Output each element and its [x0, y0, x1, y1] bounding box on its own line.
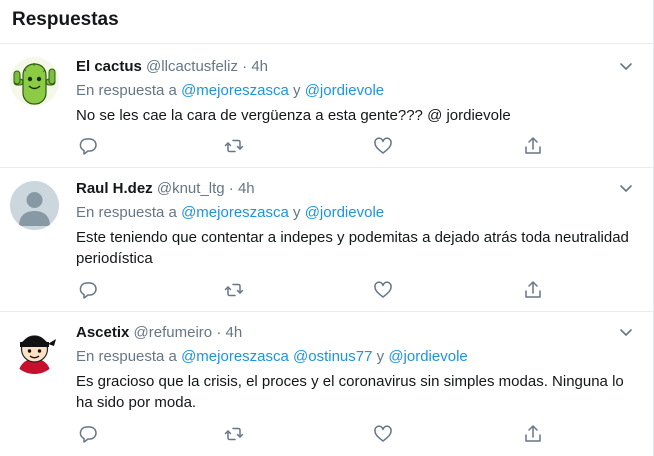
cactus-avatar-image [10, 57, 59, 106]
retweet-icon[interactable] [224, 424, 244, 444]
tweet-header: Ascetix @refumeiro · 4h [76, 323, 633, 343]
tweet-time[interactable]: 4h [225, 324, 242, 341]
share-icon[interactable] [523, 424, 543, 444]
mention-link[interactable]: @mejoreszasca [181, 204, 289, 221]
mention-link[interactable]: @jordievole [305, 204, 384, 221]
tweet-header: El cactus @llcactusfeliz · 4h [76, 57, 633, 77]
reply-tweet[interactable]: Ascetix @refumeiro · 4h En respuesta a @… [0, 312, 653, 456]
mention-joiner: y [376, 348, 385, 365]
mention-link[interactable]: @jordievole [388, 348, 467, 365]
chevron-down-icon[interactable] [617, 179, 635, 197]
default-profile-icon [10, 181, 59, 230]
replies-header: Respuestas [0, 0, 653, 44]
cartoon-avatar-image [10, 325, 59, 374]
reply-context: En respuesta a @mejoreszasca y @jordievo… [76, 203, 633, 223]
mention-link[interactable]: @jordievole [305, 82, 384, 99]
mention-joiner: y [293, 82, 301, 99]
tweet-actions [76, 280, 629, 300]
tweet-content: Raul H.dez @knut_ltg · 4h En respuesta a… [76, 179, 633, 269]
tweet-text: No se les cae la cara de vergüenza a est… [76, 107, 511, 124]
reply-icon[interactable] [78, 136, 98, 156]
reply-context: En respuesta a @mejoreszasca @ostinus77 … [76, 347, 633, 367]
mention-link[interactable]: @ostinus77 [293, 348, 372, 365]
tweet-actions [76, 424, 629, 444]
mention-joiner: y [293, 204, 301, 221]
tweet-content: El cactus @llcactusfeliz · 4h En respues… [76, 57, 633, 126]
mention-link[interactable]: @mejoreszasca [181, 82, 289, 99]
mention-link[interactable]: @mejoreszasca [181, 348, 289, 365]
chevron-down-icon[interactable] [617, 323, 635, 341]
share-icon[interactable] [523, 136, 543, 156]
author-handle[interactable]: @llcactusfeliz [146, 58, 238, 75]
tweet-content: Ascetix @refumeiro · 4h En respuesta a @… [76, 323, 633, 413]
retweet-icon[interactable] [224, 136, 244, 156]
author-handle[interactable]: @knut_ltg [157, 180, 225, 197]
reply-tweet[interactable]: Raul H.dez @knut_ltg · 4h En respuesta a… [0, 168, 653, 312]
tweet-time[interactable]: 4h [251, 58, 268, 75]
author-name[interactable]: Ascetix [76, 324, 129, 341]
avatar[interactable] [10, 57, 59, 106]
author-name[interactable]: Raul H.dez [76, 180, 153, 197]
chevron-down-icon[interactable] [617, 57, 635, 75]
retweet-icon[interactable] [224, 280, 244, 300]
tweet-text: Este teniendo que contentar a indepes y … [76, 229, 629, 267]
tweet-time[interactable]: 4h [238, 180, 255, 197]
author-name[interactable]: El cactus [76, 58, 142, 75]
heart-icon[interactable] [373, 280, 393, 300]
tweet-text: Es gracioso que la crisis, el proces y e… [76, 373, 624, 411]
avatar[interactable] [10, 181, 59, 230]
share-icon[interactable] [523, 280, 543, 300]
separator-dot: · [216, 324, 222, 341]
author-handle[interactable]: @refumeiro [134, 324, 213, 341]
heart-icon[interactable] [373, 424, 393, 444]
avatar[interactable] [10, 325, 59, 374]
separator-dot: · [228, 180, 234, 197]
page-title: Respuestas [12, 9, 119, 30]
reply-prefix: En respuesta a [76, 204, 177, 221]
separator-dot: · [242, 58, 248, 75]
reply-prefix: En respuesta a [76, 82, 177, 99]
tweet-header: Raul H.dez @knut_ltg · 4h [76, 179, 633, 199]
reply-prefix: En respuesta a [76, 348, 177, 365]
tweet-actions [76, 136, 629, 156]
reply-icon[interactable] [78, 424, 98, 444]
reply-context: En respuesta a @mejoreszasca y @jordievo… [76, 81, 633, 101]
heart-icon[interactable] [373, 136, 393, 156]
replies-panel: Respuestas El cactus @llcactusfeliz · 4h… [0, 0, 654, 456]
reply-icon[interactable] [78, 280, 98, 300]
reply-tweet[interactable]: El cactus @llcactusfeliz · 4h En respues… [0, 44, 653, 168]
